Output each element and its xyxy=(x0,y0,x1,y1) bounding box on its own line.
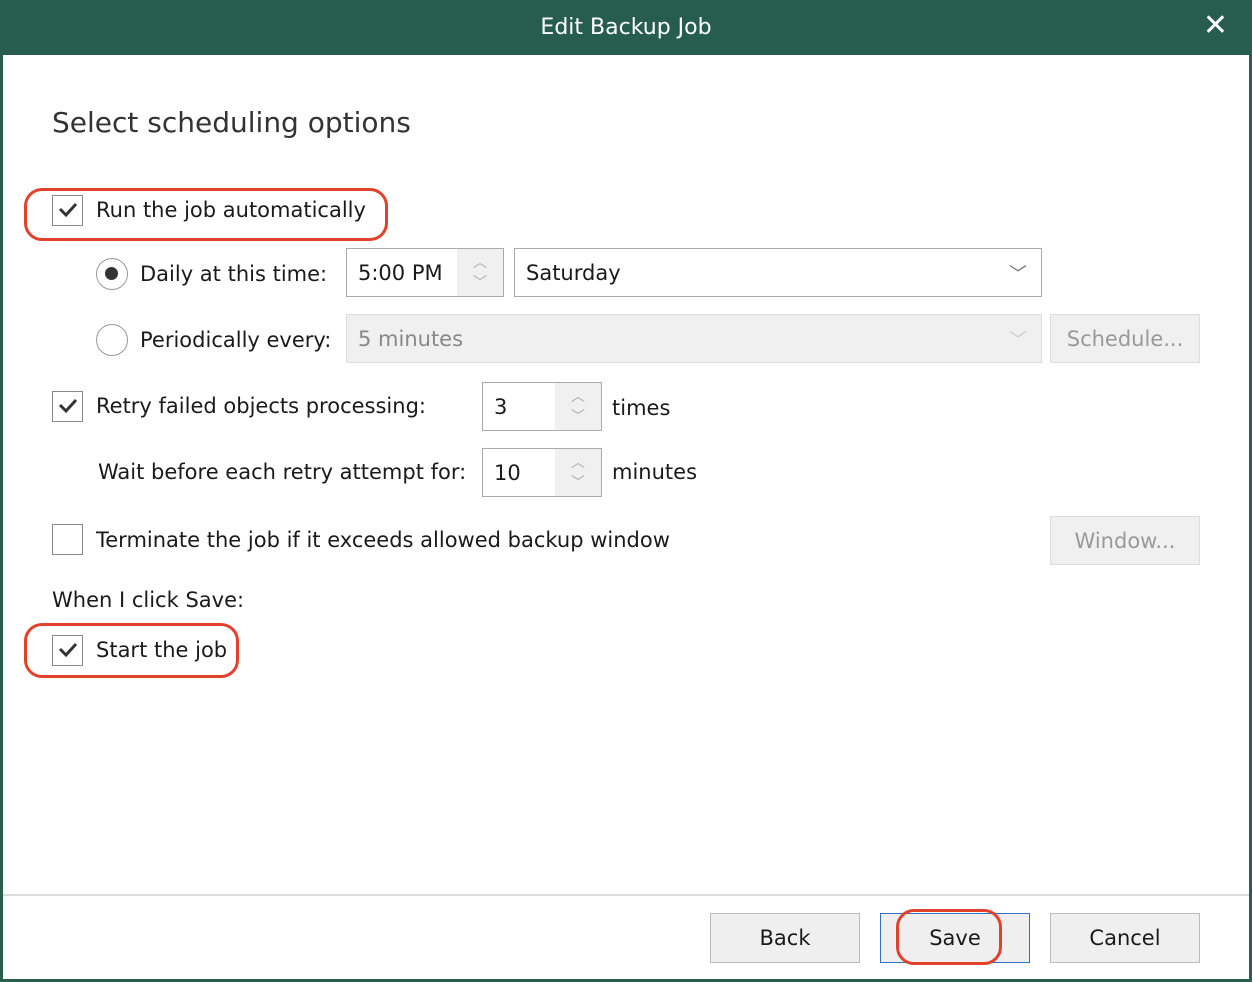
chevron-down-icon[interactable]: ﹀ xyxy=(473,273,487,293)
retry-label: Retry failed objects processing: xyxy=(96,394,426,418)
dialog-frame xyxy=(0,0,1252,982)
title-bar: Edit Backup Job ✕ xyxy=(0,0,1252,55)
chevron-down-icon[interactable]: ﹀ xyxy=(571,407,585,427)
start-job-label: Start the job xyxy=(96,638,228,662)
close-icon[interactable]: ✕ xyxy=(1203,0,1228,52)
interval-value: 5 minutes xyxy=(358,326,464,351)
page-title: Select scheduling options xyxy=(52,106,411,139)
schedule-button[interactable]: Schedule... xyxy=(1050,314,1200,363)
retry-count-spinner[interactable]: ︿ ﹀ xyxy=(555,383,601,430)
time-value: 5:00 PM xyxy=(358,260,443,285)
retry-unit: times xyxy=(612,396,671,420)
cancel-button[interactable]: Cancel xyxy=(1050,913,1200,963)
wait-input[interactable]: 10 ︿ ﹀ xyxy=(482,448,602,497)
periodic-label: Periodically every: xyxy=(140,328,332,352)
interval-select[interactable]: 5 minutes ﹀ xyxy=(346,314,1042,363)
footer-divider xyxy=(3,894,1249,896)
daily-radio[interactable] xyxy=(96,258,128,290)
time-input[interactable]: 5:00 PM ︿ ﹀ xyxy=(346,248,504,297)
chevron-down-icon[interactable]: ﹀ xyxy=(571,473,585,493)
terminate-checkbox[interactable] xyxy=(52,524,83,555)
run-auto-checkbox[interactable] xyxy=(52,195,83,226)
checkmark-icon xyxy=(58,398,78,414)
time-spinner[interactable]: ︿ ﹀ xyxy=(457,249,503,296)
run-auto-label: Run the job automatically xyxy=(96,198,366,222)
chevron-up-icon[interactable]: ︿ xyxy=(473,253,487,273)
day-select[interactable]: Saturday ﹀ xyxy=(514,248,1042,297)
wait-label: Wait before each retry attempt for: xyxy=(98,460,467,484)
back-button[interactable]: Back xyxy=(710,913,860,963)
window-button[interactable]: Window... xyxy=(1050,516,1200,565)
daily-label: Daily at this time: xyxy=(140,262,328,286)
terminate-label: Terminate the job if it exceeds allowed … xyxy=(96,528,670,552)
highlight-save xyxy=(896,909,1002,965)
window-title: Edit Backup Job xyxy=(540,15,712,40)
wait-value: 10 xyxy=(494,460,521,485)
chevron-up-icon[interactable]: ︿ xyxy=(571,453,585,473)
chevron-down-icon: ﹀ xyxy=(1009,329,1027,351)
periodic-radio[interactable] xyxy=(96,324,128,356)
start-job-checkbox[interactable] xyxy=(52,635,83,666)
retry-count-value: 3 xyxy=(494,394,508,419)
retry-count-input[interactable]: 3 ︿ ﹀ xyxy=(482,382,602,431)
wait-unit: minutes xyxy=(612,460,698,484)
chevron-down-icon: ﹀ xyxy=(1009,263,1027,285)
checkmark-icon xyxy=(58,642,78,658)
checkmark-icon xyxy=(58,202,78,218)
wait-spinner[interactable]: ︿ ﹀ xyxy=(555,449,601,496)
day-value: Saturday xyxy=(526,260,621,285)
on-save-label: When I click Save: xyxy=(52,588,245,612)
chevron-up-icon[interactable]: ︿ xyxy=(571,387,585,407)
retry-checkbox[interactable] xyxy=(52,391,83,422)
